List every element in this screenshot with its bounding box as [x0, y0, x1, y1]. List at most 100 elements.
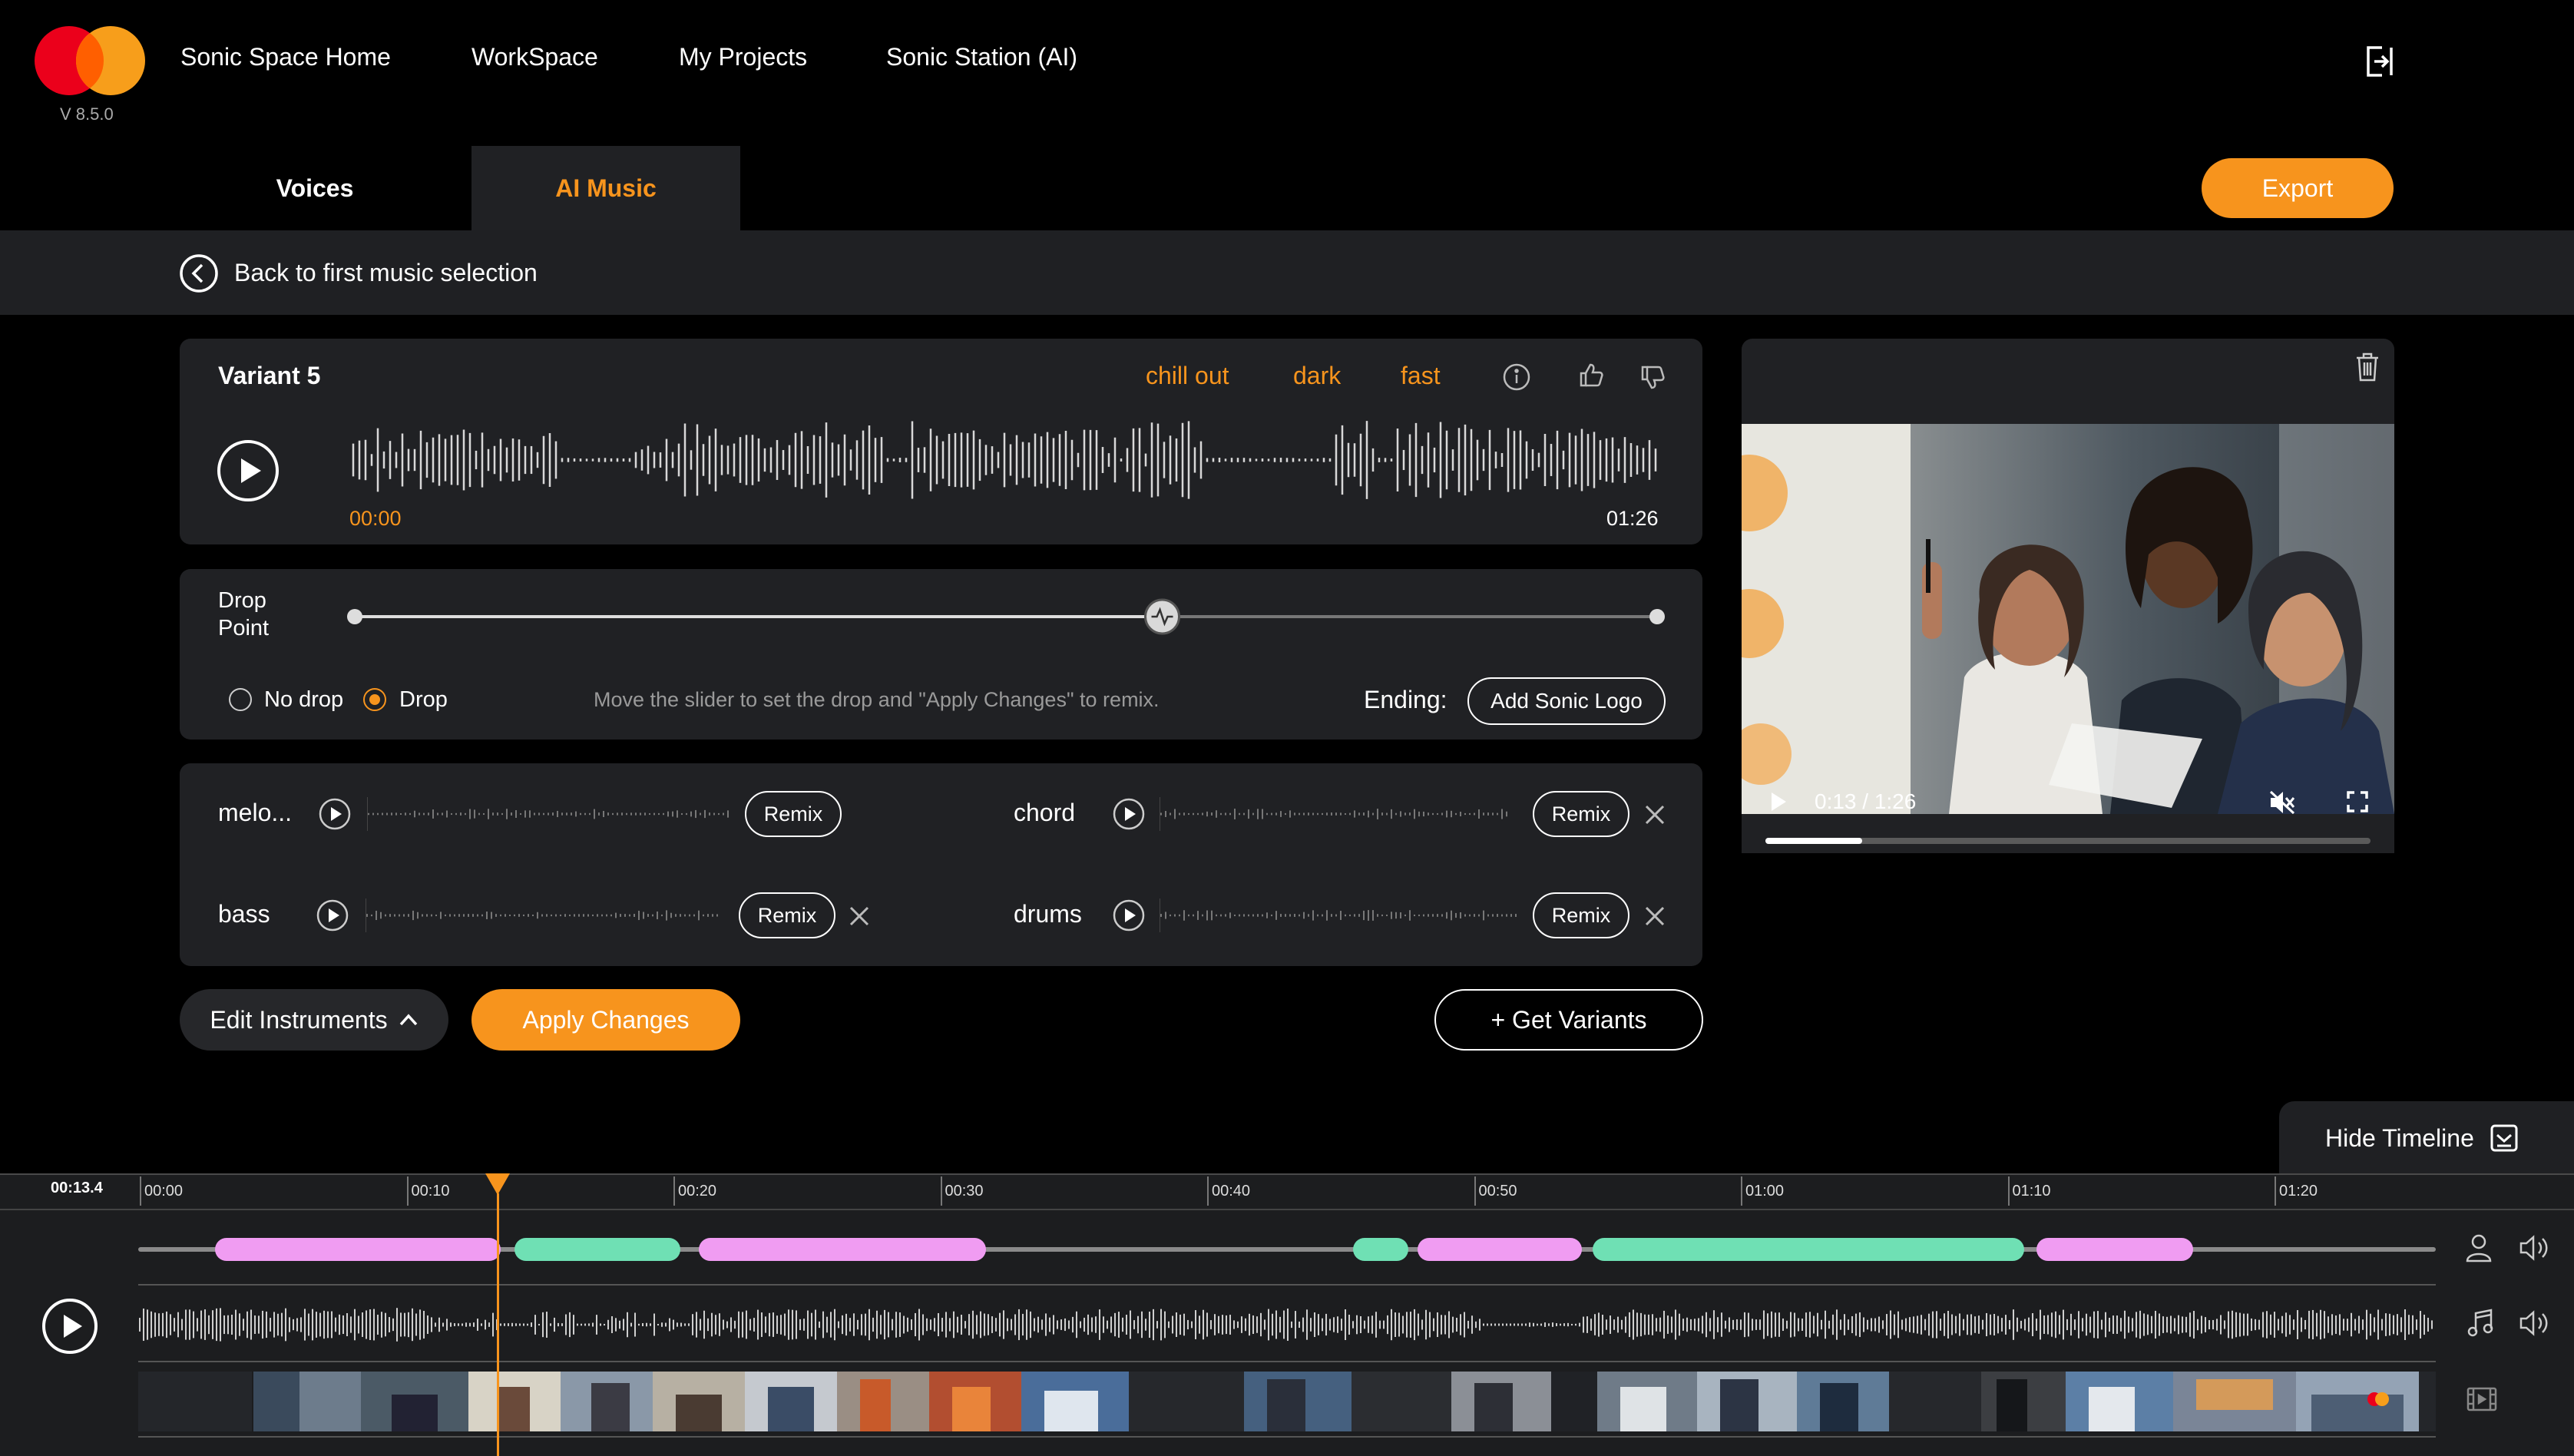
stem-label-chord: chord — [1014, 799, 1076, 826]
radio-no-drop[interactable] — [229, 688, 252, 711]
voice-segment[interactable] — [699, 1238, 986, 1261]
person-icon — [2465, 1233, 2493, 1262]
logo[interactable] — [34, 26, 146, 95]
chevron-up-icon — [399, 1013, 419, 1027]
video-progress-fill — [1765, 838, 1863, 844]
timeline-tick-label: 00:20 — [678, 1183, 717, 1200]
timeline-playhead[interactable] — [482, 1173, 513, 1456]
tab-ai-music-label: AI Music — [555, 174, 657, 202]
drop-label-line1: Drop — [218, 588, 266, 613]
nav-sonic-space-home[interactable]: Sonic Space Home — [180, 43, 391, 71]
thumbs-up-icon[interactable] — [1578, 362, 1604, 389]
hide-timeline-button[interactable]: Hide Timeline — [2279, 1101, 2574, 1175]
timeline-tick-label: 01:20 — [2279, 1183, 2318, 1200]
get-variants-button[interactable]: + Get Variants — [1434, 989, 1703, 1051]
stem-wave-melody — [367, 797, 729, 831]
radio-drop[interactable] — [363, 688, 386, 711]
timeline-tick-label: 00:50 — [1478, 1183, 1517, 1200]
add-sonic-logo-label: Add Sonic Logo — [1490, 689, 1643, 713]
stem-play-bass[interactable] — [316, 898, 349, 932]
video-progress-track[interactable] — [1765, 838, 2371, 844]
video-frame[interactable] — [1742, 424, 2394, 814]
timeline-ruler-bottom — [0, 1209, 2574, 1210]
voice-segment[interactable] — [514, 1238, 680, 1261]
tag-chill-out[interactable]: chill out — [1146, 362, 1229, 390]
timeline-tick — [1741, 1176, 1742, 1206]
trash-icon[interactable] — [2354, 352, 2380, 382]
tag-dark[interactable]: dark — [1293, 362, 1341, 390]
export-button-label: Export — [2261, 174, 2334, 202]
remove-chord-icon[interactable] — [1643, 803, 1666, 826]
timeline-tick — [1474, 1176, 1476, 1206]
radio-no-drop-label[interactable]: No drop — [264, 687, 343, 713]
add-sonic-logo-button[interactable]: Add Sonic Logo — [1467, 677, 1666, 725]
export-button[interactable]: Export — [2202, 158, 2394, 218]
drop-label-line2: Point — [218, 616, 270, 640]
voice-segment[interactable] — [215, 1238, 501, 1261]
tag-fast[interactable]: fast — [1401, 362, 1441, 390]
drop-label: Drop Point — [218, 587, 269, 642]
stem-label-drums: drums — [1014, 900, 1082, 928]
music-volume-icon[interactable] — [2519, 1309, 2551, 1338]
stem-play-chord[interactable] — [1112, 797, 1146, 831]
remix-button-drums[interactable]: Remix — [1533, 892, 1629, 938]
mute-icon[interactable] — [2269, 789, 2297, 816]
nav-sonic-station[interactable]: Sonic Station (AI) — [886, 43, 1077, 71]
apply-changes-button[interactable]: Apply Changes — [471, 989, 740, 1051]
timeline-tick — [1207, 1176, 1209, 1206]
edit-instruments-label: Edit Instruments — [210, 1005, 388, 1034]
variant-waveform[interactable] — [350, 418, 1663, 502]
tab-voices[interactable]: Voices — [180, 146, 449, 230]
apply-changes-label: Apply Changes — [522, 1005, 690, 1034]
back-icon[interactable] — [179, 253, 219, 293]
stem-wave-bass — [366, 898, 718, 932]
voice-segment[interactable] — [1418, 1238, 1582, 1261]
stem-play-melody[interactable] — [318, 797, 352, 831]
stems-panel — [180, 763, 1702, 966]
voice-segment[interactable] — [1593, 1238, 2024, 1261]
fullscreen-icon[interactable] — [2347, 791, 2368, 812]
get-variants-label: + Get Variants — [1490, 1005, 1647, 1034]
drop-slider[interactable] — [338, 595, 1674, 638]
timeline-tick-label: 01:10 — [2012, 1183, 2051, 1200]
logout-icon[interactable] — [2365, 45, 2396, 78]
timeline-tick — [673, 1176, 675, 1206]
tab-ai-music[interactable]: AI Music — [471, 146, 740, 230]
timeline-tick-label: 00:00 — [144, 1183, 184, 1200]
stem-play-drums[interactable] — [1112, 898, 1146, 932]
nav-my-projects[interactable]: My Projects — [679, 43, 807, 71]
film-icon — [2466, 1387, 2497, 1411]
timeline-tick-label: 00:30 — [945, 1183, 984, 1200]
video-play-icon[interactable] — [1769, 791, 1788, 812]
hide-timeline-label: Hide Timeline — [2325, 1123, 2474, 1152]
timeline-tick — [140, 1176, 141, 1206]
remix-label-bass: Remix — [757, 903, 817, 927]
timeline-play-button[interactable] — [41, 1298, 98, 1355]
edit-instruments-button[interactable]: Edit Instruments — [180, 989, 448, 1051]
remix-button-chord[interactable]: Remix — [1533, 791, 1629, 837]
stem-wave-chord — [1160, 797, 1507, 831]
variant-play-button[interactable] — [217, 439, 280, 502]
version-label: V 8.5.0 — [60, 104, 114, 124]
timeline-current-time: 00:13.4 — [51, 1180, 103, 1196]
voice-segment[interactable] — [1353, 1238, 1408, 1261]
remix-button-bass[interactable]: Remix — [739, 892, 835, 938]
thumbs-down-icon[interactable] — [1639, 364, 1666, 390]
radio-drop-dot — [369, 694, 380, 705]
back-link[interactable]: Back to first music selection — [234, 259, 538, 287]
remix-label-chord: Remix — [1551, 802, 1611, 826]
stem-wave-drums — [1160, 898, 1517, 932]
timeline-tick — [2007, 1176, 2010, 1206]
voice-segment[interactable] — [2036, 1238, 2193, 1261]
voice-volume-icon[interactable] — [2519, 1233, 2551, 1262]
remix-label-drums: Remix — [1551, 903, 1611, 927]
video-time-display: 0:13 / 1:26 — [1815, 789, 1917, 813]
info-icon[interactable] — [1502, 362, 1531, 392]
remove-drums-icon[interactable] — [1643, 905, 1666, 928]
remix-button-melody[interactable]: Remix — [745, 791, 842, 837]
timeline-tick — [406, 1176, 409, 1206]
radio-drop-label[interactable]: Drop — [399, 687, 448, 713]
timeline-tick-label: 00:40 — [1212, 1183, 1251, 1200]
nav-workspace[interactable]: WorkSpace — [471, 43, 598, 71]
remove-bass-icon[interactable] — [848, 905, 871, 928]
